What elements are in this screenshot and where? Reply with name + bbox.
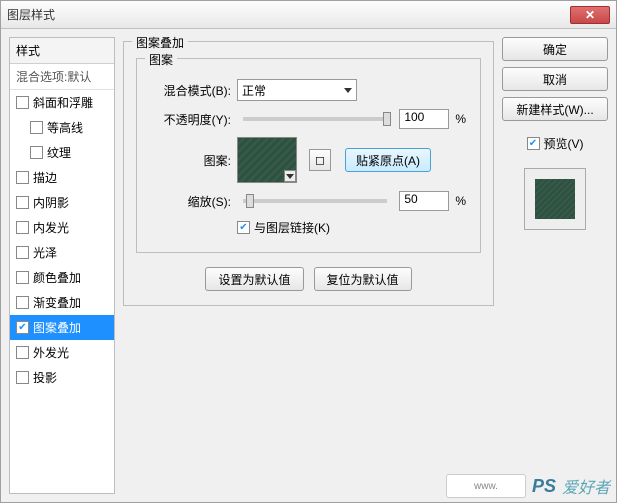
pattern-label: 图案: xyxy=(151,152,231,169)
link-with-layer-row: 与图层链接(K) xyxy=(237,219,466,236)
opacity-input[interactable]: 100 xyxy=(399,109,449,129)
style-checkbox[interactable] xyxy=(30,146,43,159)
style-checkbox[interactable] xyxy=(16,221,29,234)
blend-mode-label: 混合模式(B): xyxy=(151,82,231,99)
close-button[interactable]: ✕ xyxy=(570,6,610,24)
style-checkbox[interactable] xyxy=(16,271,29,284)
slider-thumb[interactable] xyxy=(246,194,254,208)
watermark-text: 爱好者 xyxy=(562,474,610,498)
default-buttons: 设置为默认值 复位为默认值 xyxy=(136,267,481,291)
style-checkbox[interactable] xyxy=(16,171,29,184)
make-default-button[interactable]: 设置为默认值 xyxy=(205,267,303,291)
style-item[interactable]: 光泽 xyxy=(10,240,114,265)
cancel-button[interactable]: 取消 xyxy=(502,67,608,91)
style-item[interactable]: 等高线 xyxy=(10,115,114,140)
scale-input[interactable]: 50 xyxy=(399,191,449,211)
link-checkbox[interactable] xyxy=(237,221,250,234)
chevron-down-icon[interactable] xyxy=(284,170,296,182)
preview-row: 预览(V) xyxy=(502,135,608,152)
snap-to-origin-button[interactable]: 贴紧原点(A) xyxy=(345,148,431,172)
style-item[interactable]: 内阴影 xyxy=(10,190,114,215)
style-item[interactable]: 颜色叠加 xyxy=(10,265,114,290)
pattern-overlay-section: 图案叠加 图案 混合模式(B): 正常 不透明度(Y): xyxy=(123,41,494,306)
settings-panel: 图案叠加 图案 混合模式(B): 正常 不透明度(Y): xyxy=(123,37,494,494)
style-item-label: 内发光 xyxy=(33,219,69,236)
preview-checkbox[interactable] xyxy=(527,137,540,150)
opacity-label: 不透明度(Y): xyxy=(151,111,231,128)
style-item-label: 等高线 xyxy=(47,119,83,136)
style-item-label: 光泽 xyxy=(33,244,57,261)
scale-slider[interactable] xyxy=(243,199,387,203)
window-title: 图层样式 xyxy=(7,6,55,23)
slider-thumb[interactable] xyxy=(383,112,391,126)
new-style-button[interactable]: 新建样式(W)... xyxy=(502,97,608,121)
pattern-picker[interactable] xyxy=(237,137,297,183)
preview-thumbnail xyxy=(524,168,586,230)
pattern-group: 图案 混合模式(B): 正常 不透明度(Y): 100 xyxy=(136,58,481,253)
new-preset-button[interactable]: ◻ xyxy=(309,149,331,171)
style-item-label: 颜色叠加 xyxy=(33,269,81,286)
new-preset-icon: ◻ xyxy=(315,153,325,167)
style-item[interactable]: 投影 xyxy=(10,365,114,390)
style-item-label: 描边 xyxy=(33,169,57,186)
style-item-label: 内阴影 xyxy=(33,194,69,211)
style-item[interactable]: 图案叠加 xyxy=(10,315,114,340)
watermark-ps: PS xyxy=(532,476,556,497)
style-item-label: 纹理 xyxy=(47,144,71,161)
blend-mode-value: 正常 xyxy=(242,82,266,99)
close-icon: ✕ xyxy=(585,8,595,22)
style-checkbox[interactable] xyxy=(16,246,29,259)
titlebar: 图层样式 ✕ xyxy=(1,1,616,29)
style-checkbox[interactable] xyxy=(16,296,29,309)
style-checkbox[interactable] xyxy=(16,371,29,384)
blend-mode-select[interactable]: 正常 xyxy=(237,79,357,101)
style-item-label: 外发光 xyxy=(33,344,69,361)
link-label: 与图层链接(K) xyxy=(254,219,330,236)
dialog-body: 样式 混合选项:默认 斜面和浮雕等高线纹理描边内阴影内发光光泽颜色叠加渐变叠加图… xyxy=(1,29,616,502)
style-checkbox[interactable] xyxy=(16,346,29,359)
style-item-label: 图案叠加 xyxy=(33,319,81,336)
opacity-slider[interactable] xyxy=(243,117,387,121)
blending-options-item[interactable]: 混合选项:默认 xyxy=(10,64,114,90)
style-checkbox[interactable] xyxy=(16,196,29,209)
style-item[interactable]: 纹理 xyxy=(10,140,114,165)
style-item[interactable]: 外发光 xyxy=(10,340,114,365)
watermark-logo: www. xyxy=(446,474,526,498)
style-item[interactable]: 描边 xyxy=(10,165,114,190)
chevron-down-icon xyxy=(344,88,352,93)
styles-header[interactable]: 样式 xyxy=(10,38,114,64)
style-checkbox[interactable] xyxy=(30,121,43,134)
style-item-label: 渐变叠加 xyxy=(33,294,81,311)
percent-label: % xyxy=(455,112,466,126)
blend-mode-row: 混合模式(B): 正常 xyxy=(151,79,466,101)
preview-swatch xyxy=(535,179,575,219)
preview-label: 预览(V) xyxy=(544,135,584,152)
style-checkbox[interactable] xyxy=(16,321,29,334)
style-item-label: 投影 xyxy=(33,369,57,386)
arrow-icon xyxy=(286,174,294,179)
style-item[interactable]: 渐变叠加 xyxy=(10,290,114,315)
ok-button[interactable]: 确定 xyxy=(502,37,608,61)
styles-list-panel: 样式 混合选项:默认 斜面和浮雕等高线纹理描边内阴影内发光光泽颜色叠加渐变叠加图… xyxy=(9,37,115,494)
scale-label: 缩放(S): xyxy=(151,193,231,210)
opacity-row: 不透明度(Y): 100 % xyxy=(151,109,466,129)
style-item[interactable]: 内发光 xyxy=(10,215,114,240)
section-title: 图案叠加 xyxy=(132,34,188,51)
layer-style-dialog: 图层样式 ✕ 样式 混合选项:默认 斜面和浮雕等高线纹理描边内阴影内发光光泽颜色… xyxy=(0,0,617,503)
percent-label: % xyxy=(455,194,466,208)
reset-default-button[interactable]: 复位为默认值 xyxy=(314,267,412,291)
style-item-label: 斜面和浮雕 xyxy=(33,94,93,111)
style-checkbox[interactable] xyxy=(16,96,29,109)
style-item[interactable]: 斜面和浮雕 xyxy=(10,90,114,115)
watermark: www. PS 爱好者 xyxy=(446,474,610,498)
scale-row: 缩放(S): 50 % xyxy=(151,191,466,211)
group-title: 图案 xyxy=(145,51,177,68)
pattern-row: 图案: ◻ 贴紧原点(A) xyxy=(151,137,466,183)
right-panel: 确定 取消 新建样式(W)... 预览(V) xyxy=(502,37,608,494)
